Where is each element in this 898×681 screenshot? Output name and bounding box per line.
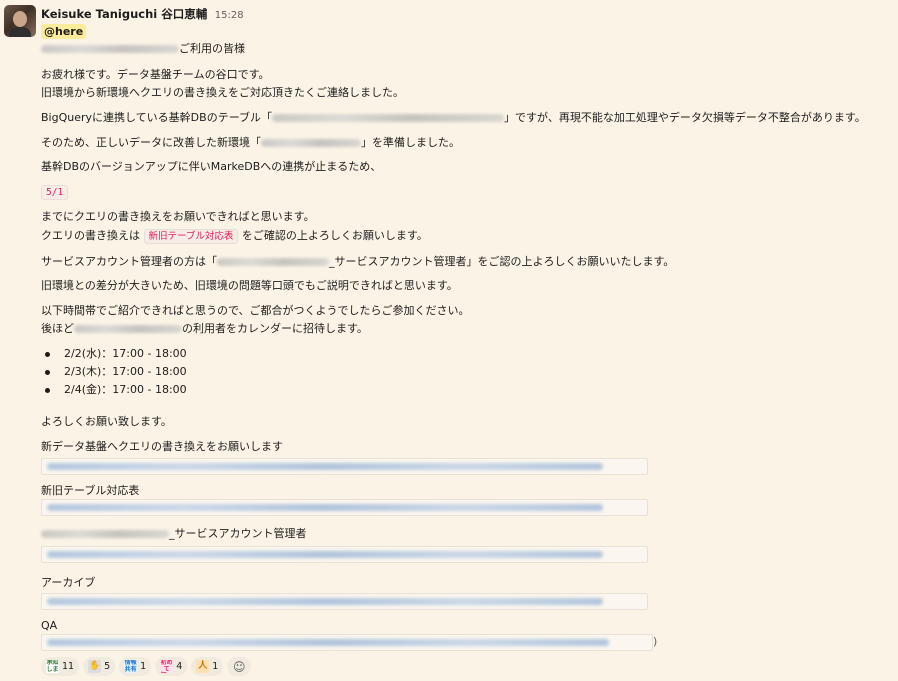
closing-line: よろしくお願い致します。 [41,415,172,428]
qa-close: ) [653,635,658,648]
bq-suffix: 」ですが、再現不能な加工処理やデータ欠損等データ不整合があります。 [504,111,866,124]
link-title: 新旧テーブル対応表 [41,484,140,497]
shouchi-emoji-icon: 承知 しま [46,660,59,673]
invite-line: 後ほど の利用者をカレンダーに招待します。 [41,322,368,336]
ok-hand-icon: ✋ [88,660,102,673]
deadline-code: 5/1 [41,185,69,200]
invite-suffix: の利用者をカレンダーに招待します。 [182,322,368,335]
link-title-text: _サービスアカウント管理者 [169,527,307,540]
redacted-url [47,463,603,470]
reaction-hajimete[interactable]: 初めて知った 4 [155,657,188,676]
reaction-count: 4 [176,661,183,672]
rewrite-prefix: クエリの書き換えは [41,229,144,242]
greeting-line: ご利用の皆様 [41,42,245,56]
bullet-icon [45,369,50,375]
pray-icon: 人 [196,660,210,673]
timestamp[interactable]: 15:28 [215,10,244,21]
bq-line: BigQueryに連携している基幹DBのテーブル「 」ですが、再現不能な加工処理や… [41,111,866,125]
redacted-url [47,598,603,605]
fixed-prefix: そのため、正しいデータに改善した新環境「 [41,136,261,149]
deadline-note: までにクエリの書き換えをお願いできればと思います。 [41,210,315,223]
link-box[interactable] [41,458,648,475]
redacted-sa [217,258,329,266]
rewrite-suffix: をご確認の上よろしくお願いします。 [238,229,428,242]
sender-name[interactable]: Keisuke Taniguchi 谷口恵輔 [41,7,207,21]
intro-line-1: お疲れ様です。データ基盤チームの谷口です。 [41,68,270,81]
redacted-project [41,45,179,53]
list-item: 2/3(木)：17:00 - 18:00 [45,365,187,379]
redacted-url [47,504,603,511]
redacted-invite [74,325,182,333]
slack-message: Keisuke Taniguchi 谷口恵輔 15:28 @here ご利用の皆… [0,0,898,681]
list-item: 2/4(金)：17:00 - 18:00 [45,383,187,397]
sa-prefix: サービスアカウント管理者の方は「 [41,255,217,268]
add-emoji-icon[interactable]: ☺ [227,657,252,676]
diff-line: 旧環境との差分が大きいため、旧環境の問題等口頭でもご説明できればと思います。 [41,279,458,292]
reaction-ok-hand[interactable]: ✋ 5 [83,657,116,676]
sa-line: サービスアカウント管理者の方は「 _サービスアカウント管理者」をご認の上よろしくお… [41,255,674,269]
link-title: QA [41,619,58,632]
link-box[interactable] [41,546,648,563]
fixed-suffix: 」を準備しました。 [361,136,460,149]
link-title-sa: _サービスアカウント管理者 [41,527,307,541]
reaction-count: 11 [62,661,75,672]
version-line: 基幹DBのバージョンアップに伴いMarkeDBへの連携が止まるため、 [41,160,382,173]
mention-line: @here [41,24,87,39]
slot-text: 2/3(木)：17:00 - 18:00 [64,365,187,378]
rewrite-tag: 新旧テーブル対応表 [143,229,239,244]
link-box[interactable] [41,593,648,610]
rewrite-line: クエリの書き換えは 新旧テーブル対応表 をご確認の上よろしくお願いします。 [41,229,428,244]
link-title: アーカイブ [41,576,96,589]
redacted-env [261,139,361,147]
reaction-count: 1 [140,661,147,672]
schedule-intro: 以下時間帯でご紹介できればと思うので、ご都合がつくようでしたらご参加ください。 [41,304,470,317]
sa-suffix: _サービスアカウント管理者」をご認の上よろしくお願いいたします。 [329,255,675,268]
intro-line-2: 旧環境から新環境へクエリの書き換えをご対応頂きたくご連絡しました。 [41,86,404,99]
reaction-pray[interactable]: 人 1 [191,657,224,676]
redacted-table [272,114,505,122]
reaction-count: 5 [104,661,111,672]
here-mention[interactable]: @here [41,24,87,39]
message-header: Keisuke Taniguchi 谷口恵輔 15:28 [41,7,244,23]
joho-kyoyu-emoji-icon: 情報 共有 [124,660,138,673]
hajimete-shitta-emoji-icon: 初めて知った [160,660,174,673]
bullet-icon [45,387,50,393]
reaction-shouchi[interactable]: 承知 しま 11 [41,657,80,676]
reaction-count: 1 [212,661,219,672]
redacted-url [47,551,603,558]
bullet-icon [45,351,50,357]
avatar-body [9,27,31,37]
redacted-project [41,530,169,538]
slot-text: 2/2(水)：17:00 - 18:00 [64,347,187,360]
bq-prefix: BigQueryに連携している基幹DBのテーブル「 [41,111,273,124]
avatar[interactable] [4,5,36,37]
link-box[interactable] [41,499,648,516]
invite-prefix: 後ほど [41,322,74,335]
reaction-joho[interactable]: 情報 共有 1 [119,657,152,676]
link-box[interactable] [41,634,653,651]
redacted-url [47,639,609,646]
slot-text: 2/4(金)：17:00 - 18:00 [64,383,187,396]
reaction-bar: 承知しま 11 ✋ 5 情報共有 1 初めて知った 4 人 1 ☺ [41,657,252,676]
avatar-face [13,11,27,27]
greeting-text: ご利用の皆様 [179,42,245,55]
link-title: 新データ基盤へクエリの書き換えをお願いします [41,440,283,453]
fixed-line: そのため、正しいデータに改善した新環境「 」を準備しました。 [41,136,460,150]
deadline-line: 5/1 [41,185,69,200]
list-item: 2/2(水)：17:00 - 18:00 [45,347,187,361]
